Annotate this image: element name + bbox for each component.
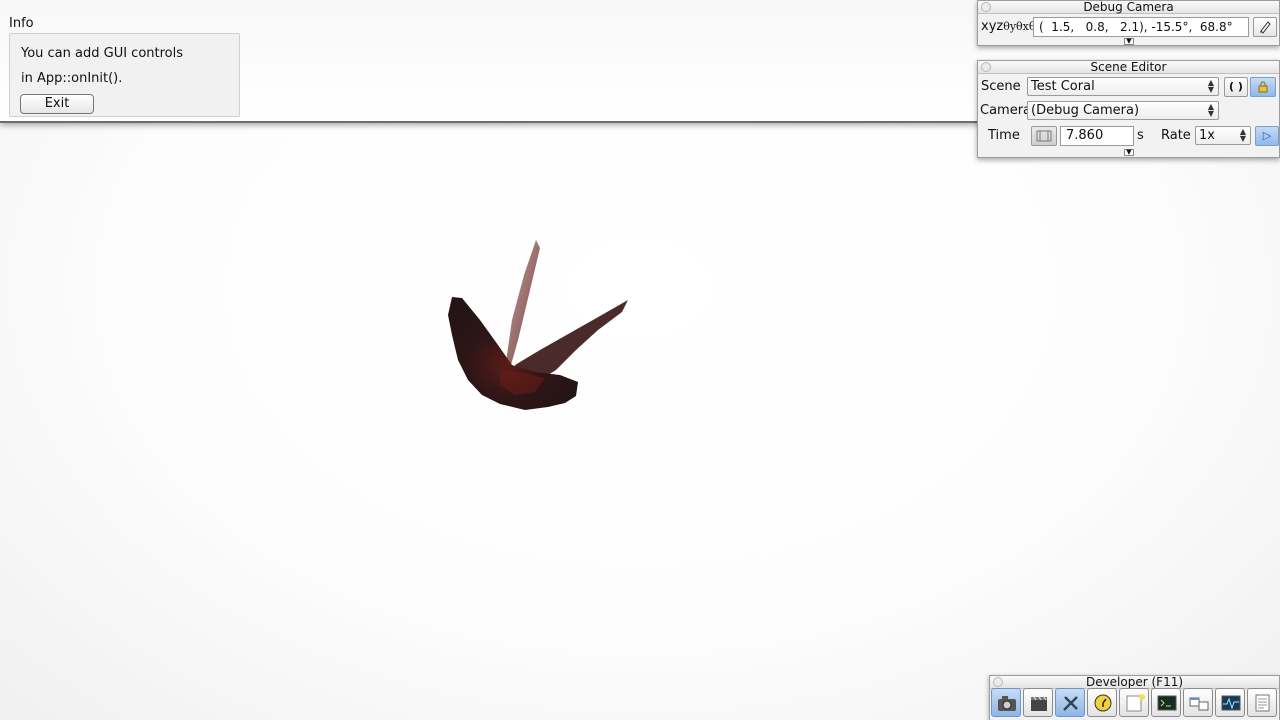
camera-select[interactable]: (Debug Camera) ▲ ▼ [1027, 101, 1219, 120]
film-icon [1036, 130, 1052, 142]
clock-icon [1094, 694, 1112, 712]
exit-button[interactable]: Exit [20, 94, 94, 114]
reset-time-button[interactable] [1031, 126, 1057, 146]
select-arrows-icon: ▲ ▼ [1207, 78, 1214, 94]
camera-button[interactable] [991, 688, 1021, 717]
windows-button[interactable] [1183, 688, 1213, 717]
chevron-down-icon[interactable]: ▼ [1124, 149, 1134, 156]
rate-label: Rate [1161, 128, 1191, 143]
close-icon[interactable] [981, 62, 991, 72]
movie-button[interactable] [1023, 688, 1053, 717]
rate-select-value: 1x [1199, 128, 1215, 143]
info-pane: You can add GUI controls in App::onInit(… [9, 33, 240, 117]
debug-camera-title: Debug Camera [978, 1, 1279, 14]
scene-editor-title: Scene Editor [978, 61, 1279, 74]
close-icon[interactable] [981, 2, 991, 12]
camera-frame-field[interactable]: ( 1.5, 0.8, 2.1), -15.5°, 68.8° [1033, 17, 1249, 37]
scene-editor-window: Scene Editor Scene Test Coral ▲ ▼ ( ) Cam… [977, 60, 1280, 158]
terminal-icon [1157, 695, 1177, 711]
windows-icon [1189, 697, 1209, 711]
play-icon: ▷ [1262, 129, 1272, 142]
copy-frame-button[interactable] [1253, 17, 1277, 37]
document-icon [1255, 694, 1270, 712]
camera-select-value: (Debug Camera) [1031, 103, 1140, 118]
reload-icon: ( ) [1229, 80, 1243, 93]
scene-label: Scene [981, 79, 1021, 94]
info-line-1: You can add GUI controls [21, 46, 184, 61]
scene-select-value: Test Coral [1031, 79, 1095, 94]
timer-button[interactable] [1087, 688, 1117, 717]
profiler-button[interactable] [1215, 688, 1245, 717]
close-icon[interactable] [993, 677, 1003, 687]
camera-label: Camera [980, 103, 1032, 118]
profiler-icon [1221, 695, 1241, 711]
select-arrows-icon: ▲ ▼ [1239, 127, 1246, 143]
scene-editor-title-text: Scene Editor [1090, 60, 1167, 74]
play-button[interactable]: ▷ [1255, 126, 1279, 146]
notes-button[interactable] [1119, 688, 1149, 717]
camera-icon [998, 696, 1016, 711]
console-button[interactable] [1151, 688, 1181, 717]
log-button[interactable] [1247, 688, 1277, 717]
developer-title-text: Developer (F11) [1085, 675, 1184, 689]
scene-select[interactable]: Test Coral ▲ ▼ [1027, 77, 1219, 96]
time-unit: s [1137, 128, 1144, 143]
debug-camera-window: Debug Camera xyzθyθxθz ( 1.5, 0.8, 2.1),… [977, 0, 1280, 46]
lock-icon [1258, 81, 1268, 93]
clapperboard-icon [1031, 696, 1047, 711]
rate-select[interactable]: 1x ▲ ▼ [1195, 126, 1251, 145]
info-line-2: in App::onInit(). [21, 71, 123, 86]
time-label: Time [988, 128, 1020, 143]
reload-scene-button[interactable]: ( ) [1224, 77, 1248, 97]
info-title: Info [9, 16, 34, 31]
tools-icon [1063, 696, 1078, 711]
debug-camera-title-text: Debug Camera [1083, 0, 1174, 14]
chevron-down-icon[interactable]: ▼ [1124, 38, 1134, 45]
clipboard-icon [1260, 21, 1271, 34]
tools-button[interactable] [1055, 688, 1085, 717]
lock-button[interactable] [1250, 77, 1276, 97]
notepad-icon [1126, 694, 1145, 712]
time-field[interactable]: 7.860 [1060, 126, 1134, 146]
select-arrows-icon: ▲ ▼ [1207, 102, 1214, 118]
